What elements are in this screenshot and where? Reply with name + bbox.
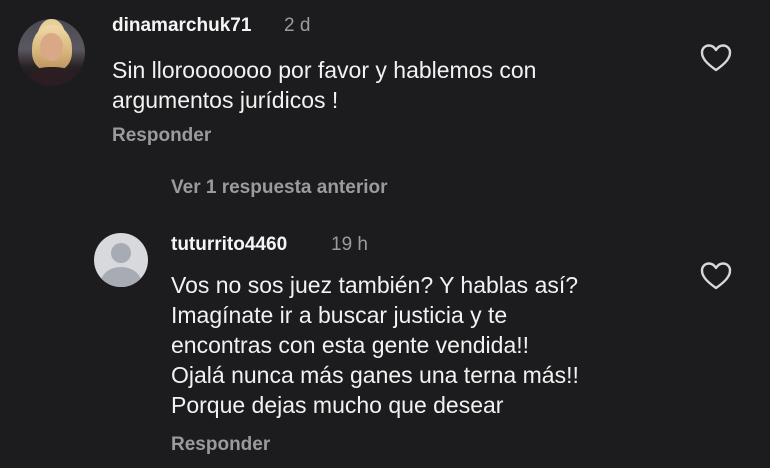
reply-text-line: Imagínate ir a buscar justicia y te bbox=[171, 302, 508, 328]
comment-text-line: Sin llorooooooo por favor y hablemos con bbox=[112, 57, 537, 83]
reply-timestamp: 19 h bbox=[331, 234, 368, 255]
heart-outline-icon[interactable] bbox=[700, 261, 732, 291]
heart-outline-icon[interactable] bbox=[700, 43, 732, 73]
comment-text-line: argumentos jurídicos ! bbox=[112, 87, 339, 113]
reply-username[interactable]: tuturrito4460 bbox=[171, 234, 287, 256]
avatar-face bbox=[40, 33, 63, 61]
avatar-head bbox=[111, 243, 131, 263]
avatar[interactable] bbox=[18, 19, 85, 86]
reply-button[interactable]: Responder bbox=[112, 125, 211, 147]
reply-text-line: encontras con esta gente vendida!! bbox=[171, 332, 530, 358]
comment-timestamp: 2 d bbox=[284, 15, 311, 36]
avatar[interactable] bbox=[94, 233, 148, 287]
view-replies-button[interactable]: Ver 1 respuesta anterior bbox=[171, 177, 388, 199]
reply-text-line: Porque dejas mucho que desear bbox=[171, 392, 504, 418]
reply-text-line: Ojalá nunca más ganes una terna más!! bbox=[171, 362, 579, 388]
reply-button[interactable]: Responder bbox=[171, 434, 270, 456]
reply-text-line: Vos no sos juez también? Y hablas así? bbox=[171, 272, 579, 298]
comments-panel: dinamarchuk71 2 d Sin llorooooooo por fa… bbox=[0, 0, 770, 468]
avatar-body bbox=[26, 67, 78, 86]
avatar-shoulders bbox=[101, 267, 141, 287]
comment-username[interactable]: dinamarchuk71 bbox=[112, 15, 251, 37]
comment-text: Sin llorooooooo por favor y hablemos con… bbox=[112, 55, 536, 115]
reply-text: Vos no sos juez también? Y hablas así? I… bbox=[171, 270, 579, 420]
